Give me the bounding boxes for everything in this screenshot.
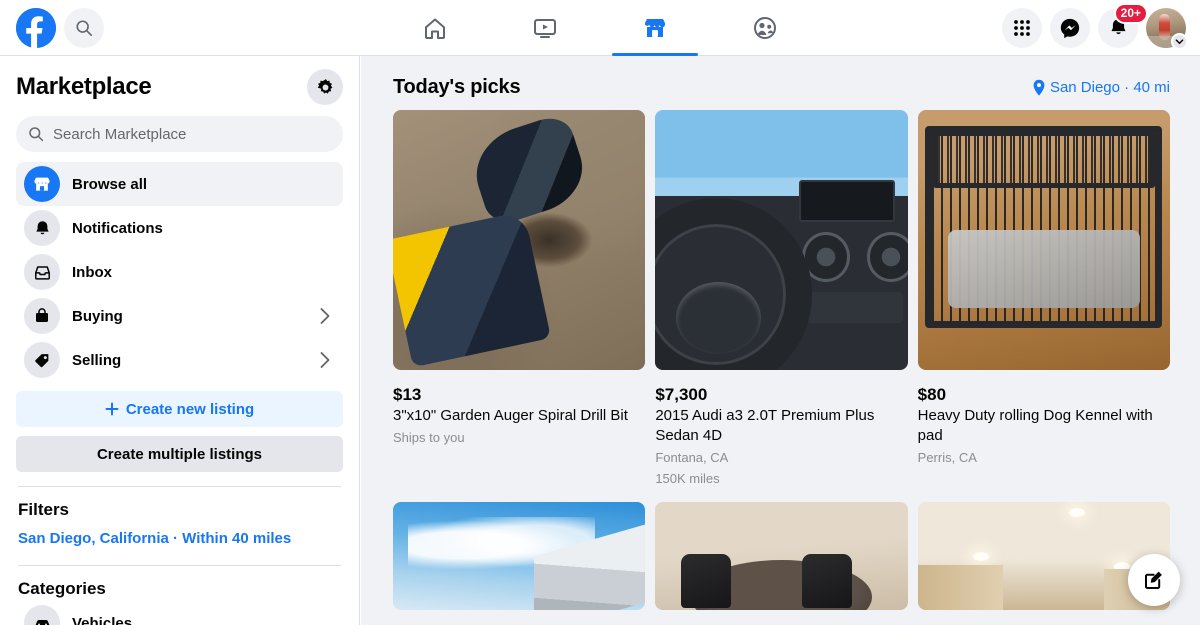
listing-title: 3"x10" Garden Auger Spiral Drill Bit	[393, 407, 628, 424]
location-pin-icon	[1033, 79, 1045, 96]
topbar-left	[0, 7, 300, 48]
sidebar-item-label: Buying	[72, 307, 123, 325]
main-nav-tabs	[380, 0, 820, 56]
listing-card[interactable]: $7,300 2015 Audi a3 2.0T Premium Plus Se…	[655, 110, 908, 488]
listing-card[interactable]	[655, 502, 908, 610]
chevron-down-icon	[1175, 38, 1184, 44]
home-icon	[425, 18, 445, 39]
sidebar-search[interactable]	[16, 116, 343, 152]
sidebar-nav-list: Browse all Notifications Inbox Buying Se…	[16, 162, 343, 382]
sidebar-header: Marketplace	[16, 56, 343, 110]
plus-icon	[105, 402, 119, 416]
chevron-right-icon	[319, 351, 335, 369]
sidebar-item-buying[interactable]: Buying	[16, 294, 343, 338]
page-title: Today's picks	[393, 75, 521, 98]
compose-listing-icon	[1145, 571, 1162, 589]
listing-meta-primary: Perris, CA	[917, 450, 977, 465]
marketplace-settings-button[interactable]	[307, 69, 343, 105]
menu-button[interactable]	[1002, 7, 1042, 48]
sidebar-item-browse-all[interactable]: Browse all	[16, 162, 343, 206]
sidebar-item-notifications[interactable]: Notifications	[16, 206, 343, 250]
search-icon	[76, 19, 93, 36]
groups-icon	[754, 16, 776, 39]
sidebar-title: Marketplace	[16, 73, 152, 100]
inbox-icon	[24, 254, 60, 290]
listing-photo-drill-auger[interactable]	[393, 110, 646, 370]
gear-icon	[317, 78, 332, 94]
grid-menu-icon	[1014, 19, 1030, 36]
video-icon	[534, 18, 556, 38]
location-filter-label: San Diego · 40 mi	[1049, 78, 1170, 96]
listing-meta-primary: Ships to you	[393, 430, 465, 445]
location-filter-link[interactable]: San Diego · 40 mi	[1032, 79, 1170, 96]
listing-title: Heavy Duty rolling Dog Kennel with pad	[917, 407, 1153, 444]
create-new-listing-button[interactable]: Create new listing	[16, 391, 343, 427]
topbar-right: 20+	[1002, 2, 1200, 50]
car-icon	[24, 605, 60, 625]
facebook-marketplace-page: 20+ Marketplace Search Marketplace Brows…	[0, 0, 1200, 625]
listing-meta-primary: Fontana, CA	[655, 450, 729, 465]
listings-grid-row-1: $13 3"x10" Garden Auger Spiral Drill Bit…	[377, 110, 1184, 488]
nav-underline-marketplace	[612, 52, 698, 56]
search-icon	[29, 127, 44, 142]
price-tag-icon	[24, 342, 60, 378]
nav-tab-groups[interactable]	[710, 0, 820, 56]
category-label: Vehicles	[72, 614, 133, 625]
create-multiple-listings-button[interactable]: Create multiple listings	[16, 436, 343, 472]
listing-card[interactable]	[393, 502, 646, 610]
search-button[interactable]	[64, 7, 104, 48]
listing-photo-blue-sky-house[interactable]	[393, 502, 646, 610]
shopping-bag-icon	[24, 298, 60, 334]
marketplace-main: Today's picks San Diego · 40 mi $13 3"x1…	[361, 56, 1200, 625]
create-new-listing-label: Create new listing	[125, 400, 255, 418]
listings-grid-row-2	[377, 502, 1184, 610]
listing-photo-dining-table[interactable]	[655, 502, 908, 610]
nav-underline-groups	[722, 53, 808, 56]
notifications-badge: 20+	[1113, 2, 1148, 24]
top-navigation-bar: 20+	[0, 0, 1200, 56]
listing-price: $7,300	[655, 385, 708, 404]
sidebar-item-label: Selling	[72, 351, 122, 369]
create-listing-fab[interactable]	[1128, 554, 1180, 606]
sidebar-item-label: Inbox	[72, 263, 112, 281]
messenger-icon	[1060, 18, 1080, 38]
facebook-logo[interactable]	[16, 7, 56, 48]
search-input[interactable]	[53, 125, 331, 143]
filters-title: Filters	[18, 500, 70, 519]
avatar-chevron-wrap	[1171, 32, 1188, 50]
listing-price: $13	[393, 385, 422, 404]
avatar-button[interactable]	[1146, 7, 1188, 50]
sidebar-category-vehicles[interactable]: Vehicles	[16, 601, 343, 625]
main-header: Today's picks San Diego · 40 mi	[377, 56, 1184, 110]
store-icon	[24, 166, 60, 202]
listing-meta-secondary: 150K miles	[655, 471, 720, 486]
listing-price: $80	[917, 385, 947, 404]
listing-photo-dog-kennel[interactable]	[917, 110, 1170, 370]
categories-divider	[18, 565, 341, 566]
categories-title: Categories	[18, 579, 106, 598]
create-multiple-listings-label: Create multiple listings	[96, 445, 263, 463]
sidebar-divider	[18, 486, 341, 487]
nav-underline-home	[392, 53, 478, 56]
listing-title: 2015 Audi a3 2.0T Premium Plus Sedan 4D	[655, 407, 875, 444]
notifications-button[interactable]: 20+	[1098, 2, 1148, 48]
listing-card[interactable]: $13 3"x10" Garden Auger Spiral Drill Bit…	[393, 110, 646, 488]
chevron-right-icon	[319, 307, 335, 325]
nav-tab-marketplace[interactable]	[600, 0, 710, 56]
bell-icon	[24, 210, 60, 246]
sidebar-item-label: Browse all	[72, 175, 148, 193]
sidebar-item-label: Notifications	[72, 219, 163, 237]
filters-location-link[interactable]: San Diego, California · Within 40 miles	[16, 530, 343, 547]
listing-card[interactable]: $80 Heavy Duty rolling Dog Kennel with p…	[917, 110, 1170, 488]
marketplace-sidebar: Marketplace Search Marketplace Browse al…	[0, 56, 360, 625]
sidebar-item-selling[interactable]: Selling	[16, 338, 343, 382]
listing-photo-audi-interior[interactable]	[655, 110, 908, 370]
nav-tab-home[interactable]	[380, 0, 490, 56]
messenger-button[interactable]	[1050, 7, 1090, 48]
marketplace-store-icon	[645, 18, 665, 37]
sidebar-item-inbox[interactable]: Inbox	[16, 250, 343, 294]
nav-tab-video[interactable]	[490, 0, 600, 56]
nav-underline-video	[502, 53, 588, 56]
